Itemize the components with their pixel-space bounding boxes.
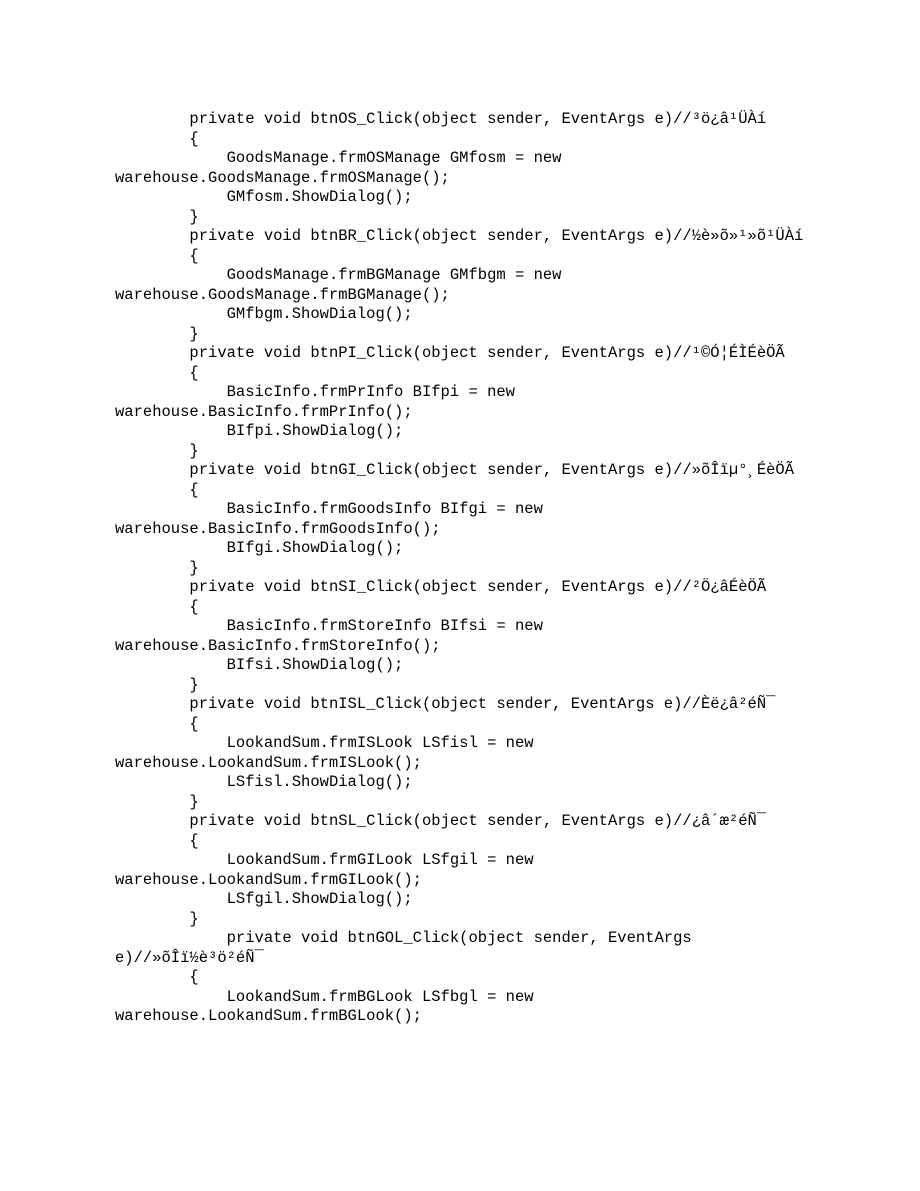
document-page: private void btnOS_Click(object sender, … xyxy=(0,0,920,1191)
code-block: private void btnOS_Click(object sender, … xyxy=(115,110,805,1027)
